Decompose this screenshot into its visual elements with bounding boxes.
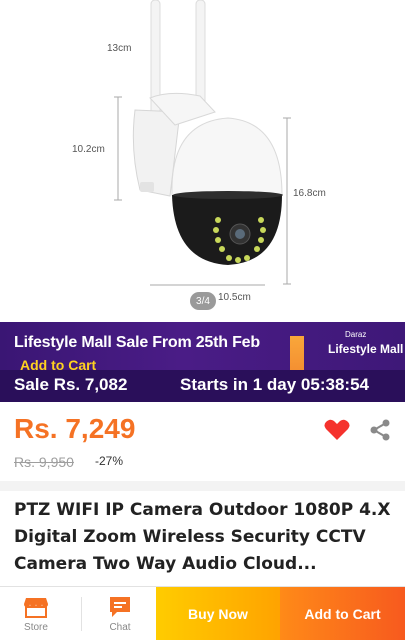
chat-label: Chat: [109, 622, 131, 633]
original-price: Rs. 9,950: [14, 454, 74, 470]
product-image-gallery[interactable]: 13cm 10.2cm 16.8cm 10.5cm 3/4: [0, 0, 405, 322]
store-label: Store: [24, 622, 48, 633]
promo-logo-sub: Daraz: [345, 330, 367, 339]
buy-now-button[interactable]: Buy Now: [156, 587, 280, 640]
add-to-cart-button[interactable]: Add to Cart: [280, 587, 405, 640]
dimension-label-width: 10.5cm: [218, 292, 251, 303]
camera-product-image: [114, 0, 291, 286]
dimension-label-total: 16.8cm: [293, 188, 326, 199]
promo-banner[interactable]: Lifestyle Mall Sale From 25th Feb Add to…: [0, 322, 405, 402]
heart-icon: [324, 419, 350, 440]
chat-button[interactable]: Chat: [84, 587, 156, 640]
dimension-label-body: 10.2cm: [72, 144, 105, 155]
bottom-action-bar: Store Chat Buy Now Add to Cart: [0, 586, 405, 640]
promo-title: Lifestyle Mall Sale From 25th Feb: [14, 334, 260, 351]
chat-icon: [110, 597, 130, 617]
promo-sale-price: Sale Rs. 7,082: [14, 375, 128, 394]
dimension-label-antenna: 13cm: [107, 43, 132, 54]
section-divider: [0, 481, 405, 491]
store-button[interactable]: Store: [0, 587, 72, 640]
product-title: PTZ WIFI IP Camera Outdoor 1080P 4.X Dig…: [14, 500, 391, 574]
favorite-button[interactable]: [323, 418, 351, 442]
share-button[interactable]: [368, 418, 392, 442]
discount-percent: -27%: [95, 454, 124, 468]
product-price: Rs. 7,249: [14, 413, 136, 444]
tab-separator: [81, 597, 82, 631]
promo-countdown: Starts in 1 day 05:38:54: [180, 375, 369, 394]
promo-logo: Lifestyle Mall: [328, 342, 404, 356]
image-page-indicator: 3/4: [190, 292, 216, 310]
store-icon: [24, 598, 48, 618]
share-icon: [370, 419, 390, 441]
